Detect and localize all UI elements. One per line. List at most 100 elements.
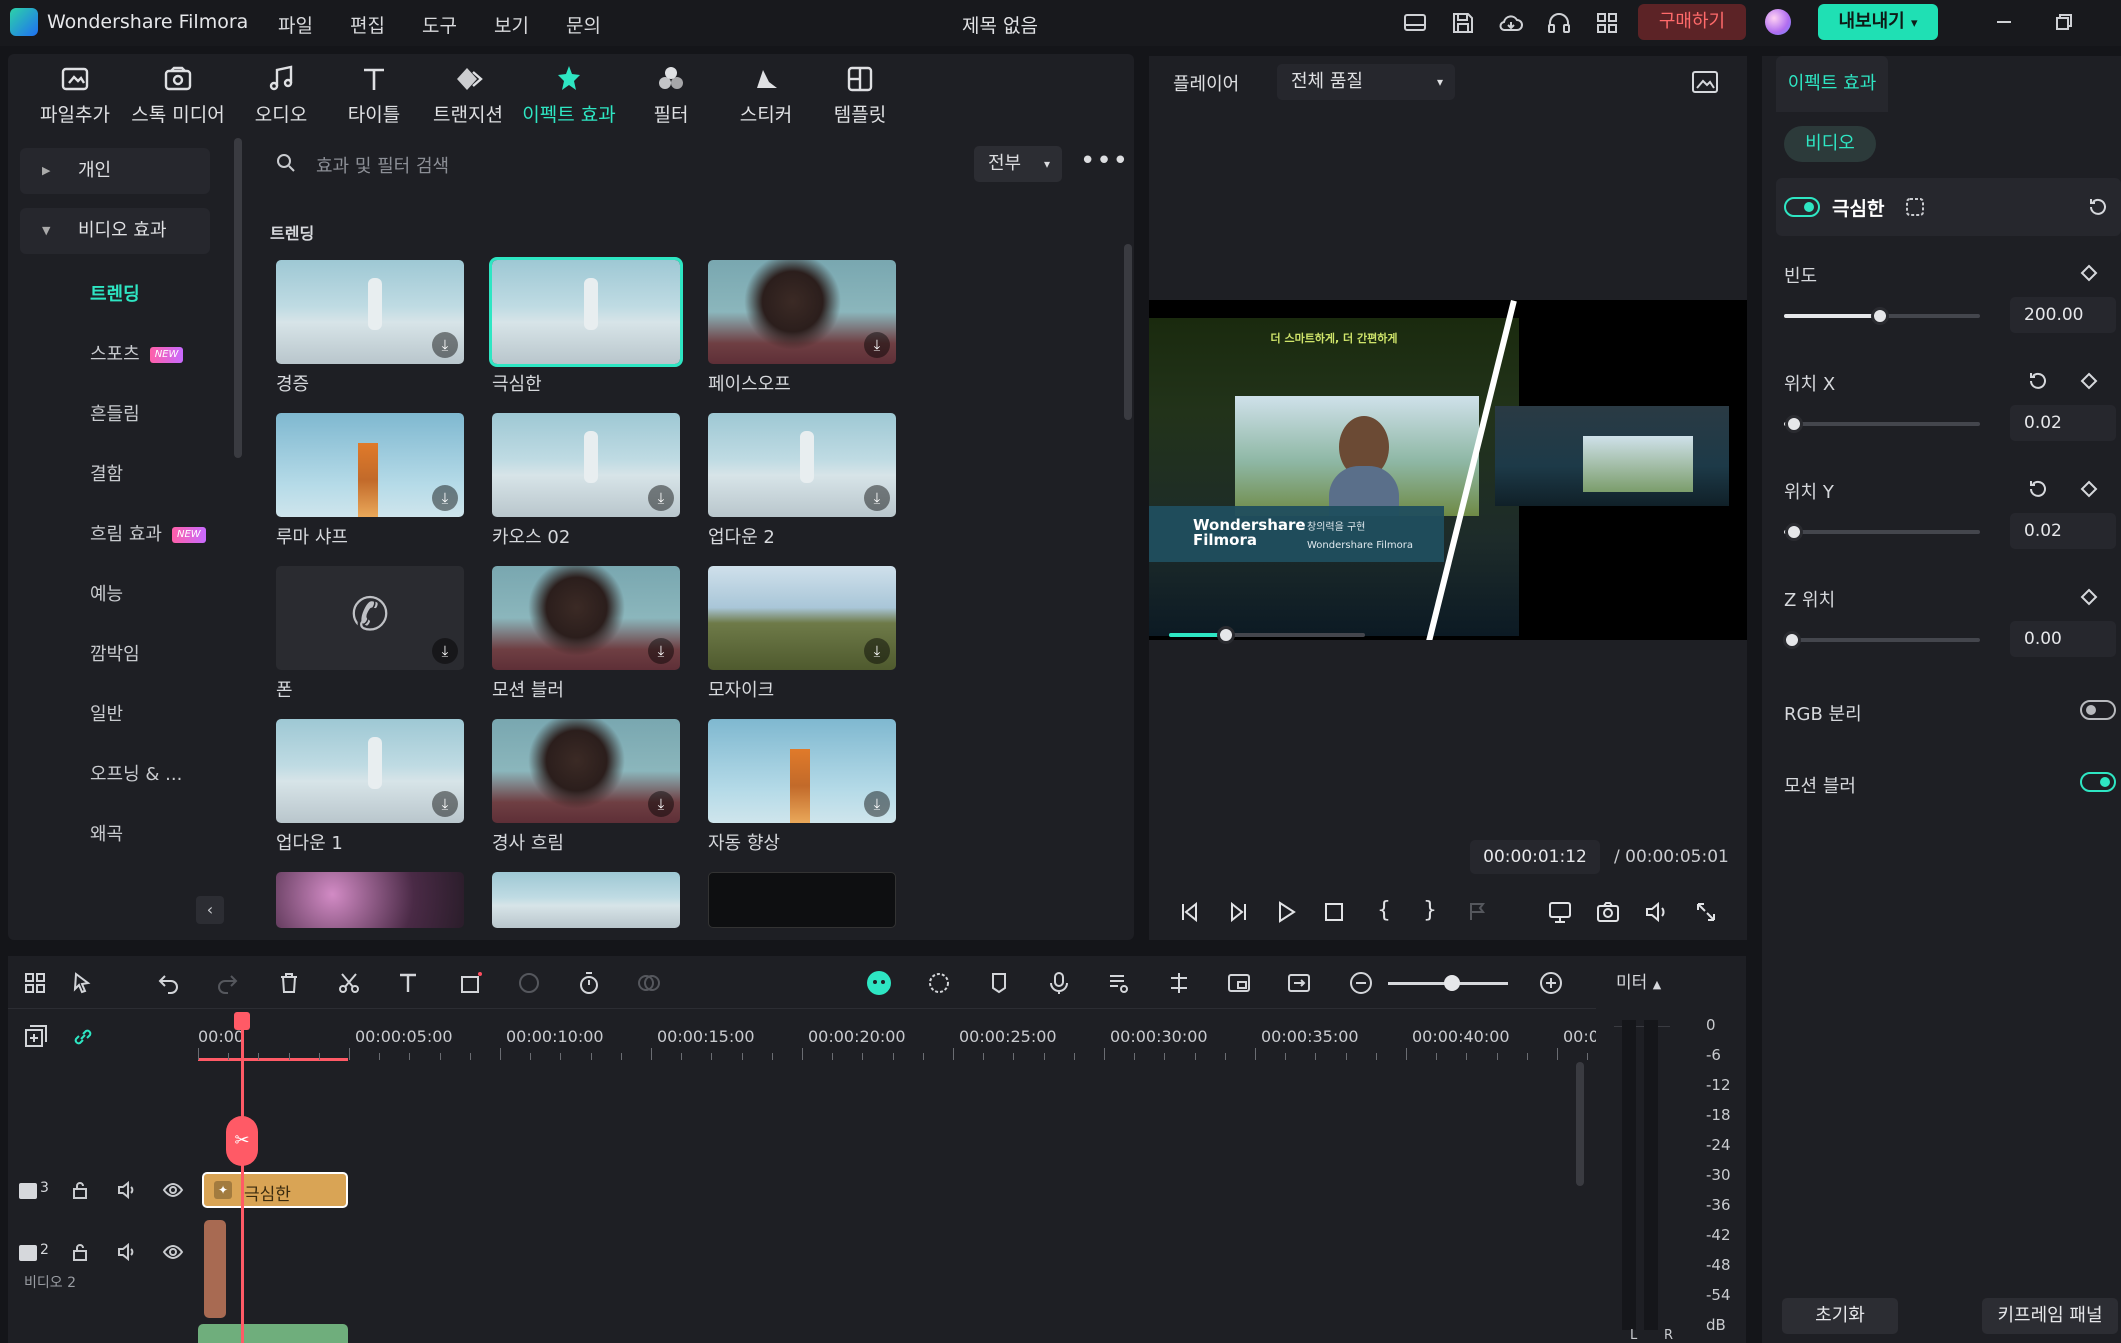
scissors-icon[interactable] xyxy=(336,970,362,996)
effect-card[interactable]: ⤓ xyxy=(276,260,464,364)
effect-card-partial[interactable] xyxy=(708,872,896,928)
camera-icon[interactable] xyxy=(1594,898,1622,926)
select-arrow-icon[interactable] xyxy=(70,970,96,996)
value-position-y[interactable]: 0.02 xyxy=(2010,513,2116,549)
apps-grid-icon[interactable] xyxy=(1594,10,1620,36)
audio-mix-icon[interactable] xyxy=(1106,970,1132,996)
playhead-handle[interactable] xyxy=(234,1012,250,1030)
effect-card[interactable]: ⤓ xyxy=(708,566,896,670)
sidebar-item-glitch[interactable]: 결함 xyxy=(90,460,123,486)
zoom-slider-knob[interactable] xyxy=(1444,975,1460,991)
avatar[interactable] xyxy=(1765,9,1791,35)
timeline-scrollbar[interactable] xyxy=(1576,1062,1584,1186)
download-icon[interactable]: ⤓ xyxy=(864,638,890,664)
effect-card[interactable] xyxy=(489,257,683,367)
meter-toggle[interactable]: 미터 ▲ xyxy=(1616,968,1661,993)
more-options-icon[interactable]: ••• xyxy=(1080,146,1129,176)
layout-icon[interactable] xyxy=(1402,10,1428,36)
zoom-in-icon[interactable] xyxy=(1538,970,1564,996)
search-input[interactable]: 효과 및 필터 검색 xyxy=(316,152,449,178)
chip-video[interactable]: 비디오 xyxy=(1784,126,1876,162)
stop-icon[interactable] xyxy=(1320,898,1348,926)
tab-effects[interactable]: 이펙트 효과 xyxy=(1776,56,1888,112)
volume-icon[interactable] xyxy=(1642,898,1670,926)
effect-card[interactable]: ✆ ⤓ xyxy=(276,566,464,670)
microphone-icon[interactable] xyxy=(1046,970,1072,996)
marker-shield-icon[interactable] xyxy=(986,970,1012,996)
slider-frequency[interactable] xyxy=(1784,307,1980,325)
effect-card[interactable]: ⤓ xyxy=(276,719,464,823)
slider-knob[interactable] xyxy=(1783,631,1801,649)
effect-enable-toggle[interactable] xyxy=(1784,197,1820,217)
keyframe-panel-button[interactable]: 키프레임 패널 xyxy=(1982,1298,2118,1334)
effects-scrollbar[interactable] xyxy=(1124,244,1132,420)
auto-caption-icon[interactable] xyxy=(636,970,662,996)
eye-icon[interactable] xyxy=(162,1242,184,1262)
effect-card[interactable]: ⤓ xyxy=(492,566,680,670)
effect-card[interactable]: ⤓ xyxy=(708,413,896,517)
rgb-split-toggle[interactable] xyxy=(2080,700,2116,720)
download-icon[interactable]: ⤓ xyxy=(648,485,674,511)
tool-stock-media[interactable]: 스톡 미디어 xyxy=(123,62,233,127)
sidebar-scrollbar[interactable] xyxy=(234,138,242,458)
sidebar-item-blur[interactable]: 흐림 효과 NEW xyxy=(90,520,206,546)
download-icon[interactable]: ⤓ xyxy=(432,485,458,511)
slider-knob[interactable] xyxy=(1785,523,1803,541)
fullscreen-icon[interactable] xyxy=(1692,898,1720,926)
layout-grid-icon[interactable] xyxy=(22,970,48,996)
audio-clip[interactable] xyxy=(198,1324,348,1343)
download-icon[interactable]: ⤓ xyxy=(864,791,890,817)
value-z-position[interactable]: 0.00 xyxy=(2010,621,2116,657)
category-video-effects[interactable]: ▼ 비디오 효과 xyxy=(20,208,210,254)
sidebar-item-flicker[interactable]: 깜박임 xyxy=(90,640,140,666)
effect-card-partial[interactable] xyxy=(492,872,680,928)
playback-progress[interactable] xyxy=(1169,626,1365,644)
keyframe-diamond-icon[interactable] xyxy=(2080,372,2098,390)
quality-dropdown[interactable]: 전체 품질 ▾ xyxy=(1277,64,1455,100)
undo-icon[interactable] xyxy=(156,970,182,996)
ai-assistant-icon[interactable] xyxy=(866,970,892,996)
marker-icon[interactable] xyxy=(1464,898,1492,926)
reset-icon[interactable] xyxy=(2086,196,2108,218)
buy-button[interactable]: 구매하기 xyxy=(1638,4,1746,40)
keyframe-diamond-icon[interactable] xyxy=(2080,264,2098,282)
sidebar-item-entertainment[interactable]: 예능 xyxy=(90,580,123,606)
sidebar-item-trending[interactable]: 트렌딩 xyxy=(90,280,140,306)
video-clip[interactable] xyxy=(204,1220,226,1318)
zoom-out-icon[interactable] xyxy=(1348,970,1374,996)
add-track-icon[interactable] xyxy=(22,1024,48,1050)
slider-z-position[interactable] xyxy=(1783,631,1980,649)
download-icon[interactable]: ⤓ xyxy=(432,638,458,664)
crop-icon[interactable] xyxy=(458,970,484,996)
effect-card-partial[interactable] xyxy=(276,872,464,928)
pip-icon[interactable] xyxy=(1226,970,1252,996)
reset-icon[interactable] xyxy=(2026,478,2048,500)
cloud-icon[interactable] xyxy=(1498,10,1524,36)
mute-icon[interactable] xyxy=(116,1242,138,1262)
sidebar-item-sports[interactable]: 스포츠 NEW xyxy=(90,340,184,366)
reset-button[interactable]: 초기화 xyxy=(1782,1298,1898,1334)
playhead-knob[interactable] xyxy=(1217,626,1235,644)
slider-knob[interactable] xyxy=(1785,415,1803,433)
color-palette-icon[interactable] xyxy=(516,970,542,996)
save-icon[interactable] xyxy=(1450,10,1476,36)
effect-card[interactable]: ⤓ xyxy=(492,719,680,823)
redo-icon[interactable] xyxy=(214,970,240,996)
tool-transitions[interactable]: 트랜지션 xyxy=(413,62,523,127)
fit-timeline-icon[interactable] xyxy=(1286,970,1312,996)
download-icon[interactable]: ⤓ xyxy=(432,332,458,358)
mark-out-icon[interactable]: } xyxy=(1416,898,1444,926)
category-personal[interactable]: ▶ 개인 xyxy=(20,148,210,194)
tool-templates[interactable]: 템플릿 xyxy=(805,62,915,127)
split-scissors-icon[interactable]: ✂ xyxy=(226,1116,258,1166)
headset-icon[interactable] xyxy=(1546,10,1572,36)
effect-mask-icon[interactable] xyxy=(1904,196,1926,218)
effect-clip[interactable]: ✦ 극심한 xyxy=(202,1172,348,1208)
sidebar-item-opening[interactable]: 오프닝 & ... xyxy=(90,760,182,786)
lock-icon[interactable] xyxy=(70,1180,90,1200)
sidebar-item-distortion[interactable]: 왜곡 xyxy=(90,820,123,846)
effect-card[interactable]: ⤓ xyxy=(276,413,464,517)
download-icon[interactable]: ⤓ xyxy=(864,485,890,511)
speed-timer-icon[interactable] xyxy=(576,970,602,996)
effect-card[interactable]: ⤓ xyxy=(708,260,896,364)
